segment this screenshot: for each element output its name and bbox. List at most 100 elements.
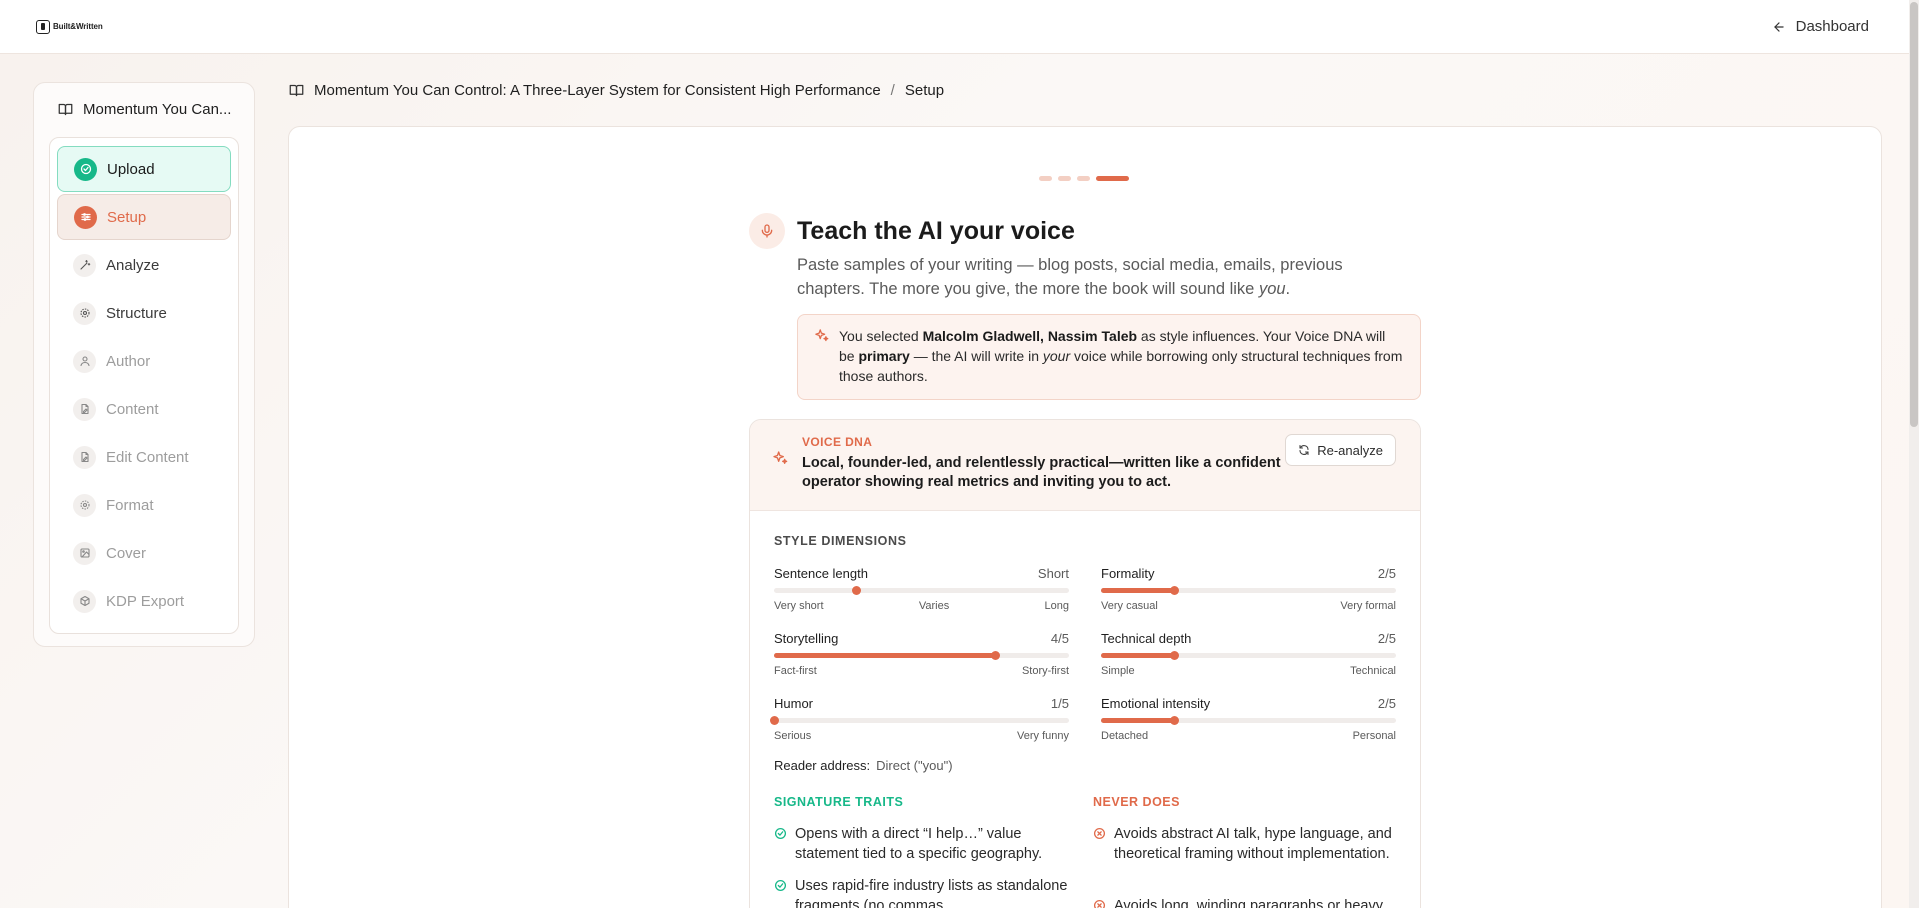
sidebar-item-label: Structure	[106, 304, 167, 322]
wand-icon	[73, 253, 96, 277]
dimension-min-label: Fact-first	[774, 665, 817, 677]
dimension-value: 1/5	[1050, 696, 1069, 711]
subtitle-end: .	[1285, 280, 1291, 298]
sidebar-item-upload[interactable]: Upload	[57, 146, 231, 192]
dashboard-link[interactable]: Dashboard	[1772, 18, 1869, 35]
image-icon	[73, 541, 96, 565]
progress-step-4	[1096, 176, 1129, 181]
dimension-name: Technical depth	[1101, 631, 1192, 646]
dimension-marker	[1170, 716, 1180, 725]
reanalyze-button[interactable]: Re-analyze	[1285, 434, 1396, 466]
x-circle-icon	[1093, 827, 1106, 840]
step-nav: Upload Setup Analyze Structure Author Co…	[49, 137, 239, 634]
progress-step-1	[1039, 176, 1052, 181]
signature-trait-text: Uses rapid-fire industry lists as standa…	[795, 878, 1068, 908]
sidebar-item-label: Format	[106, 496, 154, 514]
dimension-track	[774, 586, 1069, 595]
dimension-value: 2/5	[1377, 696, 1396, 711]
reader-address: Reader address: Direct ("you")	[774, 758, 953, 773]
sidebar-item-label: Edit Content	[106, 448, 189, 466]
dimension-name: Formality	[1101, 566, 1155, 581]
notice-your: your	[1042, 348, 1071, 364]
sidebar: Momentum You Can... Upload Setup Analyze…	[33, 82, 255, 647]
check-circle-icon	[774, 879, 787, 892]
style-influence-notice: You selected Malcolm Gladwell, Nassim Ta…	[797, 314, 1421, 400]
never-does-item: Avoids abstract AI talk, hype language, …	[1093, 824, 1398, 864]
breadcrumb-separator: /	[890, 82, 895, 99]
sidebar-item-author[interactable]: Author	[57, 338, 231, 384]
sidebar-item-edit-content[interactable]: Edit Content	[57, 434, 231, 480]
progress-step-2	[1058, 176, 1071, 181]
page-title: Teach the AI your voice	[797, 216, 1075, 245]
sidebar-item-label: Setup	[107, 208, 147, 226]
refresh-icon	[1299, 444, 1309, 456]
dimension-marker	[990, 651, 1000, 660]
dimension-marker	[1170, 586, 1180, 595]
user-icon	[73, 349, 96, 373]
sidebar-item-content[interactable]: Content	[57, 386, 231, 432]
never-does-item: Avoids long, winding paragraphs or heavy	[1093, 896, 1398, 908]
reanalyze-label: Re-analyze	[1317, 442, 1383, 458]
dimension-track	[774, 651, 1069, 660]
sidebar-item-label: Analyze	[106, 256, 160, 274]
dimension-marker	[852, 586, 862, 595]
check-circle-icon	[774, 827, 787, 840]
page-scrollbar[interactable]	[1909, 0, 1919, 908]
dimension-max-label: Long	[1044, 600, 1069, 612]
dimension-min-label: Detached	[1101, 730, 1149, 742]
sparkles-icon	[773, 451, 788, 464]
sidebar-item-label: Content	[106, 400, 159, 418]
file-edit-icon	[73, 397, 96, 421]
sparkles-icon	[815, 329, 829, 342]
reader-address-value: Direct ("you")	[876, 758, 953, 773]
dimension-max-label: Technical	[1350, 665, 1396, 677]
book-title-text: Momentum You Can...	[83, 101, 232, 118]
sidebar-item-setup[interactable]: Setup	[57, 194, 231, 240]
dimension-max-label: Story-first	[1021, 665, 1069, 677]
dimension-technical-depth: Technical depth 2/5 Simple Technical	[1101, 631, 1396, 677]
voice-dna-label: VOICE DNA	[802, 435, 873, 449]
sidebar-item-format[interactable]: Format	[57, 482, 231, 528]
dimension-value: 2/5	[1377, 631, 1396, 646]
sidebar-item-label: Upload	[107, 160, 155, 178]
dashboard-label: Dashboard	[1795, 18, 1869, 35]
notice-primary: primary	[858, 348, 910, 364]
logo[interactable]: Built&Written	[36, 19, 103, 34]
dimension-max-label: Personal	[1352, 730, 1396, 742]
dimension-max-label: Very formal	[1340, 600, 1396, 612]
sidebar-item-label: Author	[106, 352, 151, 370]
dimension-max-label: Very funny	[1017, 730, 1069, 742]
dimension-min-label: Serious	[774, 730, 812, 742]
voice-dna-card: VOICE DNA Local, founder-led, and relent…	[749, 419, 1421, 908]
gear-icon	[73, 493, 96, 517]
dimension-humor: Humor 1/5 Serious Very funny	[769, 696, 1069, 742]
dimension-storytelling: Storytelling 4/5 Fact-first Story-first	[774, 631, 1069, 677]
breadcrumb-book[interactable]: Momentum You Can Control: A Three-Layer …	[314, 82, 881, 99]
dimension-fill	[1101, 653, 1175, 658]
scrollbar-thumb[interactable]	[1910, 2, 1918, 427]
book-logo-icon	[36, 19, 50, 34]
sidebar-item-analyze[interactable]: Analyze	[57, 242, 231, 288]
check-circle-icon	[74, 157, 97, 181]
subtitle-emphasis: you	[1258, 280, 1286, 298]
dimension-name: Storytelling	[774, 631, 839, 646]
dimension-track	[1101, 586, 1396, 595]
dimension-fill	[774, 653, 996, 658]
dimension-track	[1101, 716, 1396, 725]
sidebar-item-kdp-export[interactable]: KDP Export	[57, 578, 231, 624]
dimension-value: 2/5	[1377, 566, 1396, 581]
progress-step-3	[1077, 176, 1090, 181]
sidebar-item-structure[interactable]: Structure	[57, 290, 231, 336]
dimension-fill	[1101, 718, 1175, 723]
dimension-fill	[1101, 588, 1175, 593]
never-does-text: Avoids abstract AI talk, hype language, …	[1114, 826, 1392, 862]
dimension-track	[769, 716, 1069, 725]
sidebar-item-cover[interactable]: Cover	[57, 530, 231, 576]
breadcrumb-current: Setup	[904, 82, 945, 99]
signature-traits-title: SIGNATURE TRAITS	[774, 795, 904, 809]
main-card: Teach the AI your voice Paste samples of…	[288, 126, 1882, 908]
signature-trait: Uses rapid-fire industry lists as standa…	[774, 876, 1074, 908]
dimension-value: Short	[1037, 566, 1069, 581]
gear-icon	[73, 301, 96, 325]
dimension-marker	[769, 716, 779, 725]
